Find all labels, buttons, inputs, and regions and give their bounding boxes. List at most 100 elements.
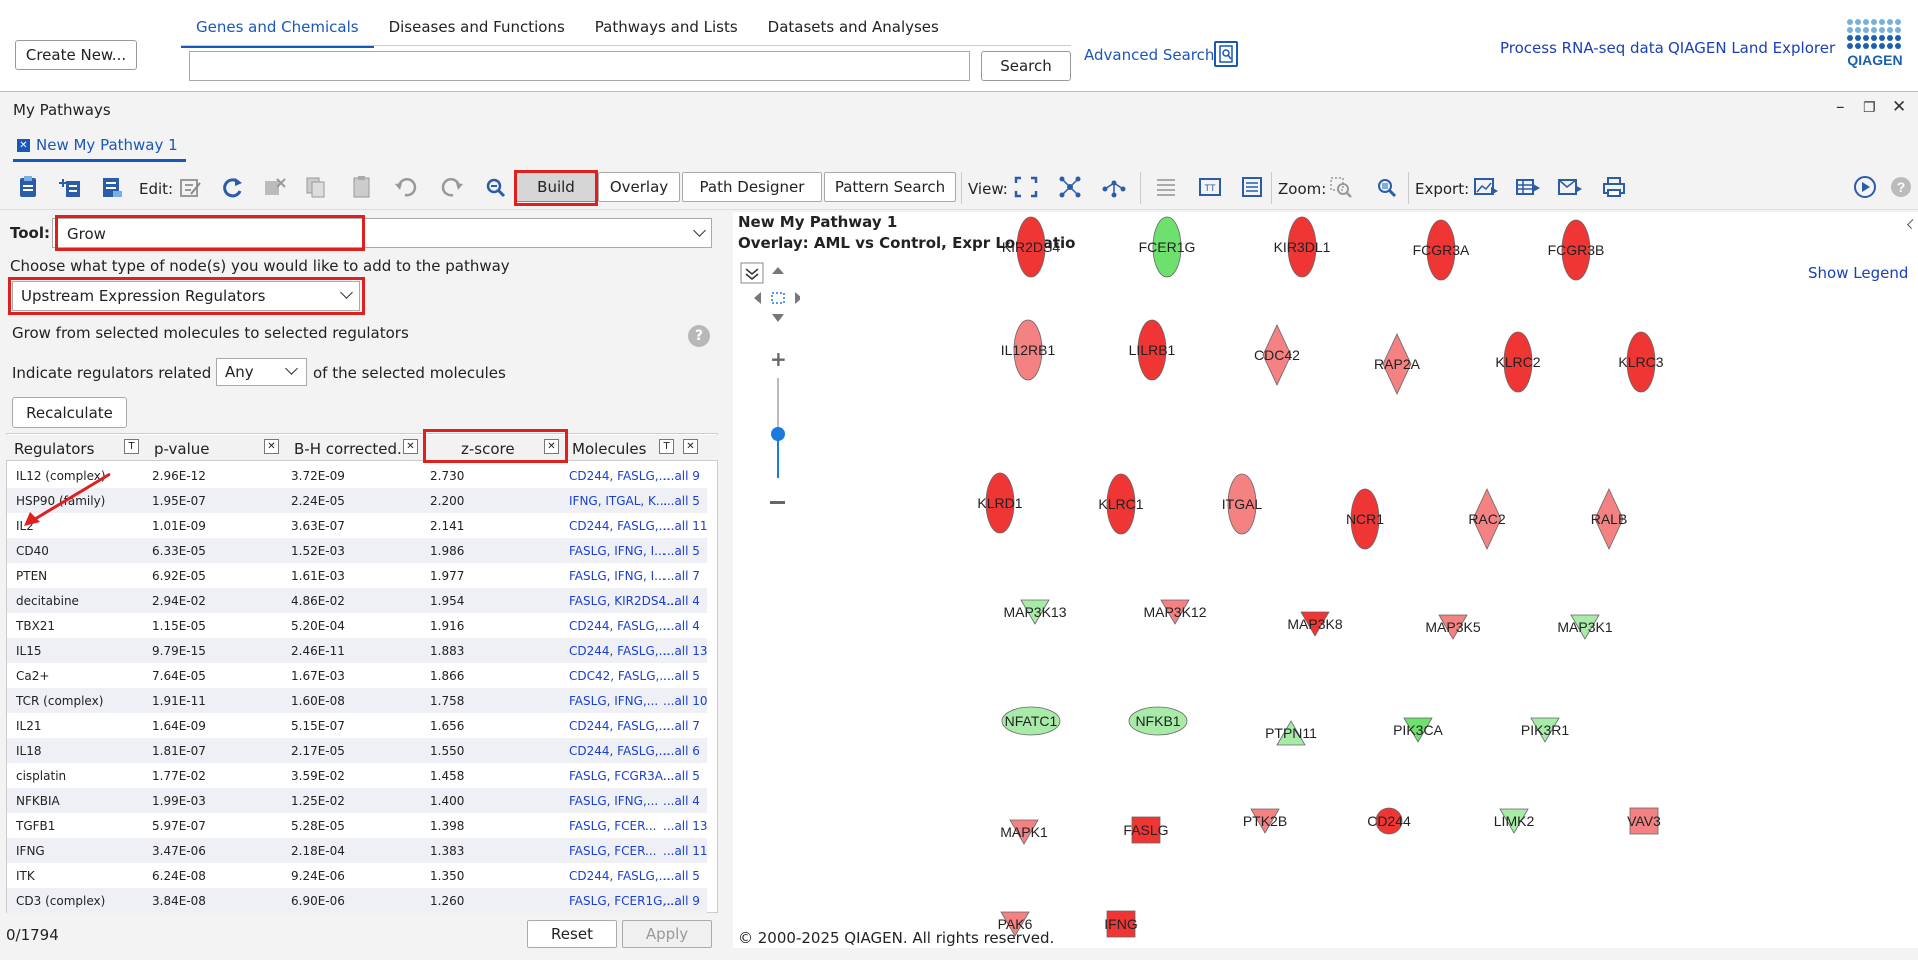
pattern-search-button[interactable]: Pattern Search xyxy=(824,172,956,202)
molecules-cell[interactable]: FASLG, KIR2DS4... xyxy=(569,594,678,608)
table-row[interactable]: TCR (complex) 1.91E-11 1.60E-08 1.758 FASLG,… xyxy=(7,688,708,713)
column-header-bh-corrected[interactable]: B-H corrected... xyxy=(294,440,411,458)
molecules-cell[interactable]: FASLG, IFNG,... xyxy=(569,794,658,808)
list-icon[interactable] xyxy=(98,174,126,200)
tab-genes-and-chemicals[interactable]: Genes and Chemicals xyxy=(181,10,374,48)
molecules-cell[interactable]: CD244, FASLG,... xyxy=(569,519,670,533)
table-row[interactable]: cisplatin 1.77E-02 3.59E-02 1.458 FASLG, FCG… xyxy=(7,763,707,788)
refresh-icon[interactable] xyxy=(218,174,246,200)
molecules-cell[interactable]: FASLG, IFNG, I... xyxy=(569,544,666,558)
zoom-selection-icon[interactable] xyxy=(1327,174,1355,200)
restore-icon[interactable]: ❐ xyxy=(1863,100,1876,116)
remove-column-icon[interactable]: ✕ xyxy=(544,439,559,454)
tab-datasets-and-analyses[interactable]: Datasets and Analyses xyxy=(753,10,954,48)
tab-diseases-and-functions[interactable]: Diseases and Functions xyxy=(374,10,580,48)
table-row[interactable]: IFNG 3.47E-06 2.18E-04 1.383 FASLG, FCER....… xyxy=(7,838,708,863)
all-molecules-link[interactable]: ...all 5 xyxy=(663,869,700,883)
tool-select[interactable]: Grow xyxy=(52,218,712,248)
column-header-p-value[interactable]: p-value xyxy=(154,440,210,458)
zoom-in-icon[interactable] xyxy=(1373,174,1401,200)
molecules-cell[interactable]: CD244, FASLG,... xyxy=(569,619,670,633)
search-zoom-icon[interactable] xyxy=(482,174,510,200)
molecules-cell[interactable]: CD244, FASLG,... xyxy=(569,469,670,483)
all-molecules-link[interactable]: ...all 7 xyxy=(663,719,700,733)
table-row[interactable]: decitabine 2.94E-02 4.86E-02 1.954 FASLG, KI… xyxy=(7,588,707,613)
column-header-regulators[interactable]: Regulators xyxy=(14,440,94,458)
close-icon[interactable]: ✕ xyxy=(1892,97,1906,117)
reset-button[interactable]: Reset xyxy=(527,920,617,948)
all-molecules-link[interactable]: ...all 5 xyxy=(663,544,700,558)
all-molecules-link[interactable]: ...all 5 xyxy=(663,669,700,683)
fit-view-icon[interactable] xyxy=(1012,174,1040,200)
table-row[interactable]: IL15 9.79E-15 2.46E-11 1.883 CD244, FASLG,..… xyxy=(7,638,708,663)
add-molecules-icon[interactable] xyxy=(56,174,84,200)
tab-new-my-pathway-1[interactable]: ✕ New My Pathway 1 xyxy=(13,131,186,162)
play-icon[interactable] xyxy=(1851,174,1879,200)
panel-splitter[interactable] xyxy=(719,212,733,948)
column-header-molecules[interactable]: Molecules xyxy=(572,440,646,458)
molecules-cell[interactable]: FASLG, IFNG,... xyxy=(569,694,658,708)
table-row[interactable]: PTEN 6.92E-05 1.61E-03 1.977 FASLG, IFNG, I.… xyxy=(7,563,707,588)
search-input[interactable] xyxy=(189,51,970,81)
molecules-cell[interactable]: FASLG, FCER1G,... xyxy=(569,894,678,908)
copy-icon[interactable] xyxy=(302,174,330,200)
apply-button[interactable]: Apply xyxy=(622,920,712,948)
delete-icon[interactable] xyxy=(260,174,288,200)
minimize-icon[interactable]: – xyxy=(1836,97,1845,117)
table-row[interactable]: Ca2+ 7.64E-05 1.67E-03 1.866 CDC42, FASLG,..… xyxy=(7,663,707,688)
table-row[interactable]: TGFB1 5.97E-07 5.28E-05 1.398 FASLG, FCER...… xyxy=(7,813,708,838)
table-row[interactable]: CD40 6.33E-05 1.52E-03 1.986 FASLG, IFNG, I.… xyxy=(7,538,707,563)
all-molecules-link[interactable]: ...all 6 xyxy=(663,744,700,758)
all-molecules-link[interactable]: ...all 4 xyxy=(663,794,700,808)
column-header-z-score[interactable]: z-score xyxy=(461,440,515,458)
create-new-button[interactable]: Create New... xyxy=(15,40,137,70)
all-molecules-link[interactable]: ...all 13 xyxy=(663,644,708,658)
search-button[interactable]: Search xyxy=(981,51,1071,81)
table-row[interactable]: TBX21 1.15E-05 5.20E-04 1.916 CD244, FASLG,.… xyxy=(7,613,707,638)
molecules-cell[interactable]: FASLG, IFNG, I... xyxy=(569,569,666,583)
molecules-cell[interactable]: CD244, FASLG,... xyxy=(569,869,670,883)
remove-column-icon[interactable]: ✕ xyxy=(403,439,418,454)
molecules-cell[interactable]: FASLG, FCER... xyxy=(569,819,656,833)
molecules-cell[interactable]: CD244, FASLG,... xyxy=(569,644,670,658)
overlay-button[interactable]: Overlay xyxy=(598,172,680,202)
all-molecules-link[interactable]: ...all 7 xyxy=(663,569,700,583)
legend-list-icon[interactable] xyxy=(1152,174,1180,200)
table-row[interactable]: IL21 1.64E-09 5.15E-07 1.656 CD244, FASLG,..… xyxy=(7,713,707,738)
node-type-select[interactable]: Upstream Expression Regulators xyxy=(12,281,360,311)
build-button[interactable]: Build xyxy=(516,172,596,202)
all-molecules-link[interactable]: ...all 4 xyxy=(663,619,700,633)
molecules-cell[interactable]: IFNG, ITGAL, K... xyxy=(569,494,667,508)
edit-notes-icon[interactable] xyxy=(176,174,204,200)
help-icon[interactable]: ? xyxy=(1887,174,1915,200)
help-icon[interactable]: ? xyxy=(688,325,710,347)
export-email-icon[interactable] xyxy=(1556,174,1584,200)
advanced-search-icon[interactable] xyxy=(1214,41,1238,67)
tab-pathways-and-lists[interactable]: Pathways and Lists xyxy=(580,10,753,48)
filter-icon[interactable]: T xyxy=(659,439,674,454)
all-molecules-link[interactable]: ...all 11 xyxy=(663,519,708,533)
recalculate-button[interactable]: Recalculate xyxy=(12,397,127,428)
process-rnaseq-link[interactable]: Process RNA-seq data xyxy=(1500,39,1664,57)
molecules-cell[interactable]: CD244, FASLG,... xyxy=(569,744,670,758)
export-table-icon[interactable] xyxy=(1514,174,1542,200)
print-icon[interactable] xyxy=(1600,174,1628,200)
text-label-icon[interactable]: TT xyxy=(1196,174,1224,200)
land-explorer-link[interactable]: QIAGEN Land Explorer xyxy=(1668,39,1835,57)
all-molecules-link[interactable]: ...all 5 xyxy=(663,769,700,783)
molecules-cell[interactable]: CD244, FASLG,... xyxy=(569,719,670,733)
table-row[interactable]: ITK 6.24E-08 9.24E-06 1.350 CD244, FASLG,...… xyxy=(7,863,707,888)
advanced-search-link[interactable]: Advanced Search xyxy=(1084,46,1214,64)
tab-close-icon[interactable]: ✕ xyxy=(17,138,30,152)
molecules-cell[interactable]: CDC42, FASLG,... xyxy=(569,669,671,683)
filter-icon[interactable]: T xyxy=(124,439,139,454)
remove-column-icon[interactable]: ✕ xyxy=(264,439,279,454)
network-layout-icon[interactable] xyxy=(1056,174,1084,200)
all-molecules-link[interactable]: ...all 4 xyxy=(663,594,700,608)
clipboard-icon[interactable] xyxy=(14,174,42,200)
table-row[interactable]: NFKBIA 1.99E-03 1.25E-02 1.400 FASLG, IFNG,.… xyxy=(7,788,707,813)
undo-icon[interactable] xyxy=(392,174,420,200)
all-molecules-link[interactable]: ...all 9 xyxy=(663,469,700,483)
all-molecules-link[interactable]: ...all 9 xyxy=(663,894,700,908)
redo-icon[interactable] xyxy=(438,174,466,200)
